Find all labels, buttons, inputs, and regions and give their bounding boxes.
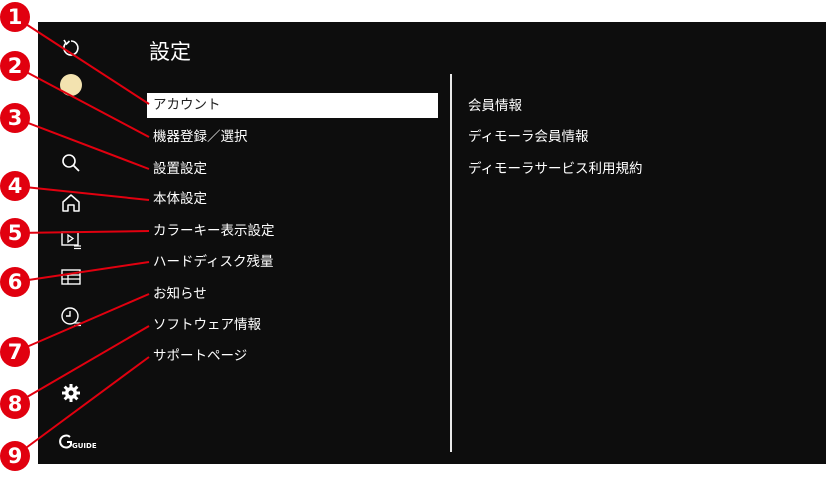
- page-title: 設定: [149, 40, 191, 64]
- menu-item-unit-settings[interactable]: 本体設定: [147, 187, 438, 212]
- submenu-item-member-info[interactable]: 会員情報: [468, 96, 522, 116]
- menu-item-installation-settings[interactable]: 設置設定: [147, 157, 438, 182]
- svg-text:GUIDE: GUIDE: [72, 442, 97, 450]
- menu-item-notices[interactable]: お知らせ: [147, 282, 438, 307]
- callout-badge-9: 9: [0, 441, 30, 471]
- menu-item-device-registration[interactable]: 機器登録／選択: [147, 125, 438, 150]
- video-list-icon[interactable]: [60, 229, 82, 251]
- callout-badge-2: 2: [0, 51, 30, 81]
- guide-list-icon[interactable]: [60, 266, 82, 288]
- submenu-item-dimora-terms[interactable]: ディモーラサービス利用規約: [468, 159, 643, 179]
- callout-badge-8: 8: [0, 389, 30, 419]
- callout-badge-4: 4: [0, 171, 30, 201]
- callout-badge-7: 7: [0, 337, 30, 367]
- menu-item-account[interactable]: アカウント: [147, 93, 438, 118]
- guide-logo: GUIDE: [59, 434, 97, 450]
- menu-item-software-info[interactable]: ソフトウェア情報: [147, 313, 438, 338]
- avatar[interactable]: [60, 74, 82, 96]
- callout-badge-5: 5: [0, 218, 30, 248]
- refresh-icon[interactable]: [60, 37, 82, 59]
- menu-item-color-key-settings[interactable]: カラーキー表示設定: [147, 219, 438, 244]
- callout-badge-3: 3: [0, 103, 30, 133]
- callout-badge-6: 6: [0, 267, 30, 297]
- gear-icon[interactable]: [60, 382, 82, 404]
- callout-badge-1: 1: [0, 2, 30, 32]
- menu-item-hdd-remaining[interactable]: ハードディスク残量: [147, 250, 438, 275]
- home-icon[interactable]: [60, 192, 82, 214]
- submenu-item-dimora-member-info[interactable]: ディモーラ会員情報: [468, 127, 589, 147]
- clock-list-icon[interactable]: [60, 306, 82, 328]
- search-icon[interactable]: [60, 152, 82, 174]
- column-divider: [450, 74, 452, 452]
- side-rail: [38, 22, 104, 464]
- menu-item-support-page[interactable]: サポートページ: [147, 344, 438, 369]
